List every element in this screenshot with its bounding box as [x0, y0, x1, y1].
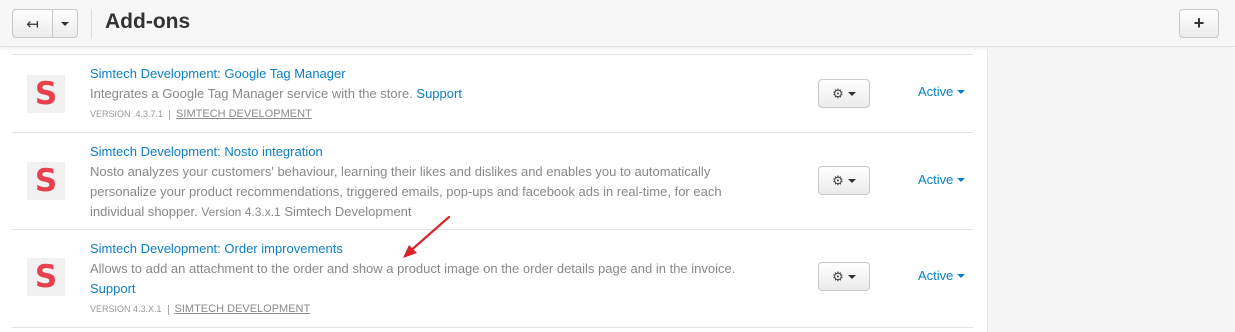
addon-description: Integrates a Google Tag Manager service … — [90, 86, 413, 101]
addon-logo: S — [27, 75, 65, 113]
addon-logo: S — [27, 258, 65, 296]
addon-title-link[interactable]: Simtech Development: Nosto integration — [90, 143, 750, 160]
support-link[interactable]: Support — [90, 281, 136, 296]
addon-description: Allows to add an attachment to the order… — [90, 261, 736, 276]
divider — [91, 9, 92, 39]
chevron-down-icon — [957, 177, 966, 182]
addon-version: VERSION 4.3.X.1 — [90, 304, 162, 314]
settings-button[interactable]: ⚙ — [818, 262, 870, 291]
back-button[interactable]: ↤ — [13, 10, 53, 37]
chevron-down-icon — [61, 21, 69, 26]
page-header: ↤ Add-ons + — [0, 0, 1235, 47]
back-button-group: ↤ — [12, 9, 78, 38]
status-dropdown[interactable]: Active — [918, 172, 966, 187]
divider — [167, 304, 169, 315]
gear-icon: ⚙ — [832, 172, 844, 188]
gear-icon: ⚙ — [832, 268, 844, 284]
gear-icon: ⚙ — [832, 85, 844, 101]
addon-row: S Simtech Development: Nosto integration… — [12, 133, 973, 230]
support-link[interactable]: Support — [416, 86, 462, 101]
addon-title-link[interactable]: Simtech Development: Google Tag Manager — [90, 65, 750, 82]
back-dropdown-button[interactable] — [53, 10, 77, 37]
settings-button[interactable]: ⚙ — [818, 79, 870, 108]
chevron-down-icon — [847, 274, 856, 279]
sidebar — [987, 48, 1235, 332]
page-title: Add-ons — [105, 10, 191, 33]
addon-version: VERSION .4.3.7.1 — [90, 109, 164, 119]
addon-logo: S — [27, 162, 65, 200]
plus-icon: + — [1193, 13, 1205, 33]
divider — [169, 109, 171, 120]
addon-list: S Simtech Development: Google Tag Manage… — [12, 54, 973, 328]
add-addon-button[interactable]: + — [1179, 9, 1219, 38]
status-dropdown[interactable]: Active — [918, 268, 966, 283]
developer-link[interactable]: SIMTECH DEVELOPMENT — [176, 108, 312, 120]
chevron-down-icon — [847, 178, 856, 183]
settings-button[interactable]: ⚙ — [818, 166, 870, 195]
status-label: Active — [918, 84, 954, 99]
chevron-down-icon — [847, 91, 856, 96]
status-label: Active — [918, 172, 954, 187]
addon-developer: Simtech Development — [284, 204, 412, 219]
addon-row: S Simtech Development: Google Tag Manage… — [12, 55, 973, 133]
addon-row: S Simtech Development: Order improvement… — [12, 230, 973, 328]
developer-link[interactable]: SIMTECH DEVELOPMENT — [175, 303, 311, 315]
back-arrow-icon: ↤ — [26, 15, 39, 33]
addon-version: Version 4.3.x.1 — [201, 205, 281, 219]
chevron-down-icon — [957, 273, 966, 278]
status-label: Active — [918, 268, 954, 283]
annotation-arrow-icon — [403, 215, 451, 258]
chevron-down-icon — [957, 89, 966, 94]
status-dropdown[interactable]: Active — [918, 84, 966, 99]
